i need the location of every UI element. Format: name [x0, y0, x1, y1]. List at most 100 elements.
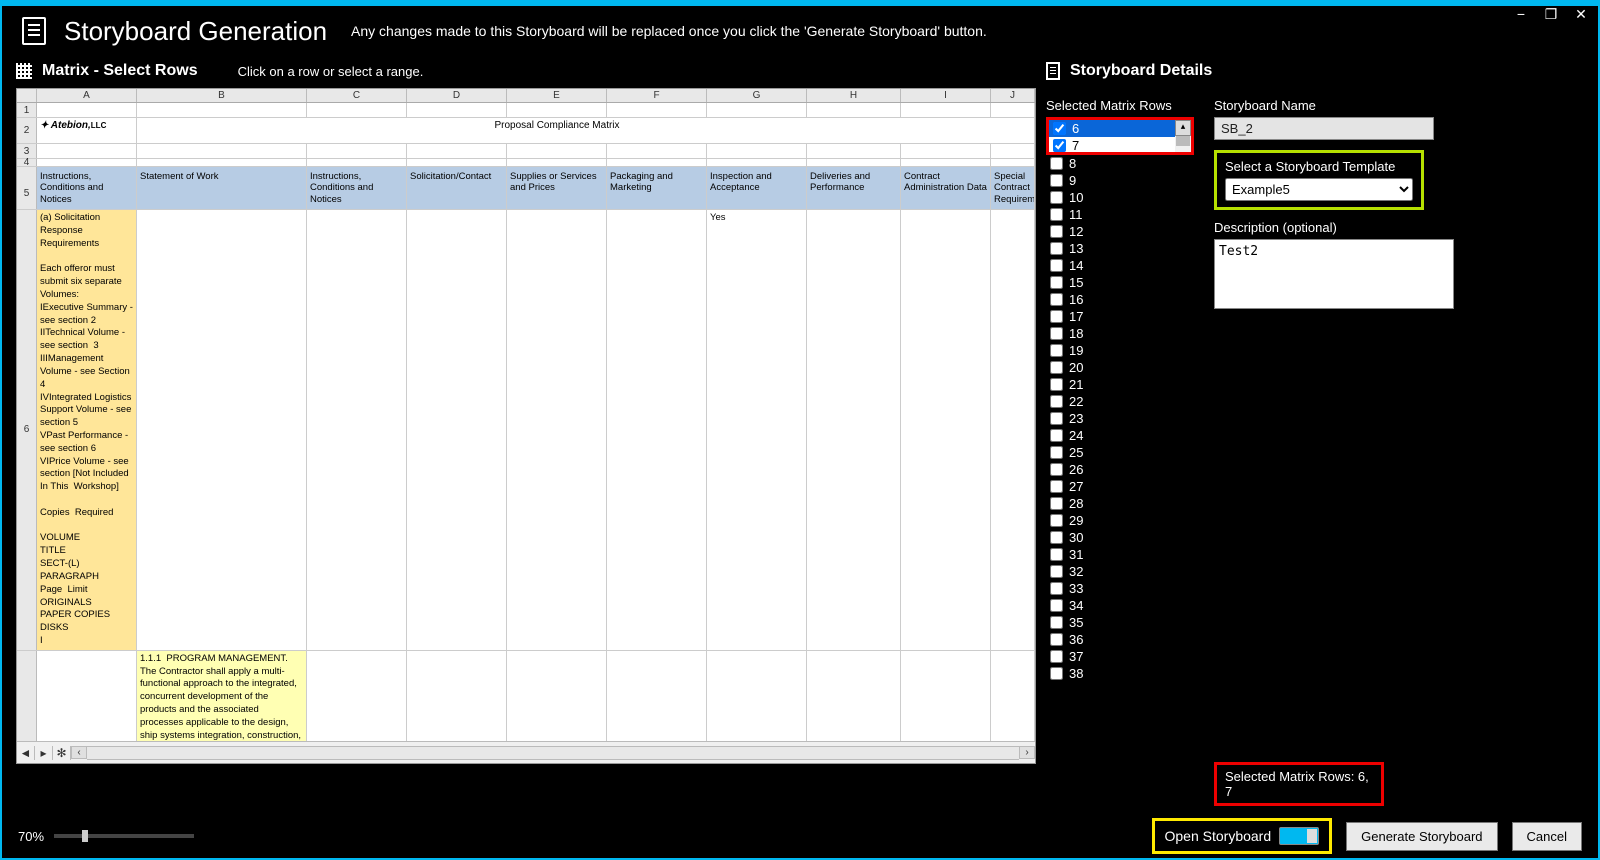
row-checkbox-input-30[interactable]	[1050, 531, 1063, 544]
horizontal-scrollbar[interactable]: ‹ ›	[71, 746, 1035, 760]
row-checkbox-35[interactable]: 35	[1046, 614, 1196, 631]
grid-row-7[interactable]: 7 1.1.1 PROGRAM MANAGEMENT. The Contract…	[17, 651, 1035, 741]
row-checkbox-input-10[interactable]	[1050, 191, 1063, 204]
selected-rows-list[interactable]: 67 ▴	[1046, 117, 1194, 155]
row-checkbox-13[interactable]: 13	[1046, 240, 1196, 257]
row-checkbox-19[interactable]: 19	[1046, 342, 1196, 359]
row-checkbox-input-24[interactable]	[1050, 429, 1063, 442]
col-header-H[interactable]: H	[807, 89, 901, 102]
row-checkbox-input-26[interactable]	[1050, 463, 1063, 476]
row-header-2[interactable]: 2	[17, 118, 37, 143]
row-checkbox-input-11[interactable]	[1050, 208, 1063, 221]
row-checkbox-input-6[interactable]	[1053, 122, 1066, 135]
row-checkbox-input-33[interactable]	[1050, 582, 1063, 595]
row-checkbox-22[interactable]: 22	[1046, 393, 1196, 410]
row-checkbox-14[interactable]: 14	[1046, 257, 1196, 274]
row-header-5[interactable]: 5	[17, 167, 37, 209]
row-checkbox-input-27[interactable]	[1050, 480, 1063, 493]
row-checkbox-input-36[interactable]	[1050, 633, 1063, 646]
unselected-rows-list[interactable]: 8910111213141516171819202122232425262728…	[1046, 155, 1196, 755]
row-checkbox-input-12[interactable]	[1050, 225, 1063, 238]
row-checkbox-input-14[interactable]	[1050, 259, 1063, 272]
hscroll-left[interactable]: ‹	[71, 746, 87, 759]
row-checkbox-32[interactable]: 32	[1046, 563, 1196, 580]
grid-row-3[interactable]: 3	[17, 144, 1035, 159]
col-header-F[interactable]: F	[607, 89, 707, 102]
col-header-I[interactable]: I	[901, 89, 991, 102]
grid-row-1[interactable]: 1	[17, 103, 1035, 118]
row-checkbox-10[interactable]: 10	[1046, 189, 1196, 206]
open-storyboard-toggle[interactable]	[1279, 827, 1319, 845]
row-checkbox-7[interactable]: 7	[1049, 137, 1191, 154]
hscroll-right[interactable]: ›	[1019, 746, 1035, 759]
row-checkbox-input-34[interactable]	[1050, 599, 1063, 612]
col-header-B[interactable]: B	[137, 89, 307, 102]
row-checkbox-26[interactable]: 26	[1046, 461, 1196, 478]
row-checkbox-input-28[interactable]	[1050, 497, 1063, 510]
col-header-J[interactable]: J	[991, 89, 1035, 102]
row-header-6[interactable]: 6	[17, 210, 37, 650]
grid-row-6[interactable]: 6 (a) Solicitation Response Requirements…	[17, 210, 1035, 651]
grid-row-5-headers[interactable]: 5 Instructions, Conditions and Notices S…	[17, 167, 1035, 210]
row-checkbox-23[interactable]: 23	[1046, 410, 1196, 427]
row-checkbox-input-29[interactable]	[1050, 514, 1063, 527]
row-checkbox-28[interactable]: 28	[1046, 495, 1196, 512]
row-checkbox-9[interactable]: 9	[1046, 172, 1196, 189]
row-checkbox-34[interactable]: 34	[1046, 597, 1196, 614]
matrix-grid[interactable]: A B C D E F G H I J 1 2 ✦ Atebion,LLC	[16, 88, 1036, 764]
row-checkbox-31[interactable]: 31	[1046, 546, 1196, 563]
description-input[interactable]: Test2	[1214, 239, 1454, 309]
row-checkbox-input-21[interactable]	[1050, 378, 1063, 391]
row-checkbox-29[interactable]: 29	[1046, 512, 1196, 529]
close-button[interactable]: ✕	[1572, 6, 1590, 23]
row-header-7[interactable]: 7	[17, 651, 37, 741]
col-header-G[interactable]: G	[707, 89, 807, 102]
minimize-button[interactable]: −	[1512, 6, 1530, 23]
row-checkbox-input-38[interactable]	[1050, 667, 1063, 680]
row-checkbox-input-9[interactable]	[1050, 174, 1063, 187]
col-header-C[interactable]: C	[307, 89, 407, 102]
scroll-up-icon[interactable]: ▴	[1175, 120, 1191, 136]
row-checkbox-input-23[interactable]	[1050, 412, 1063, 425]
row-header-4[interactable]: 4	[17, 159, 37, 166]
col-header-E[interactable]: E	[507, 89, 607, 102]
row-checkbox-36[interactable]: 36	[1046, 631, 1196, 648]
restore-button[interactable]: ❐	[1542, 6, 1560, 23]
sheet-nav-first[interactable]: ◄	[17, 746, 35, 760]
generate-storyboard-button[interactable]: Generate Storyboard	[1346, 822, 1497, 851]
zoom-slider[interactable]	[54, 834, 194, 838]
grid-row-4[interactable]: 4	[17, 159, 1035, 167]
row-checkbox-20[interactable]: 20	[1046, 359, 1196, 376]
row-checkbox-8[interactable]: 8	[1046, 155, 1196, 172]
row-checkbox-input-19[interactable]	[1050, 344, 1063, 357]
row-checkbox-input-25[interactable]	[1050, 446, 1063, 459]
col-header-D[interactable]: D	[407, 89, 507, 102]
grid-row-2[interactable]: 2 ✦ Atebion,LLC Proposal Compliance Matr…	[17, 118, 1035, 144]
row-checkbox-30[interactable]: 30	[1046, 529, 1196, 546]
cancel-button[interactable]: Cancel	[1512, 822, 1582, 851]
row-checkbox-input-15[interactable]	[1050, 276, 1063, 289]
row-checkbox-input-16[interactable]	[1050, 293, 1063, 306]
row-checkbox-input-7[interactable]	[1053, 139, 1066, 152]
row-checkbox-24[interactable]: 24	[1046, 427, 1196, 444]
row-checkbox-21[interactable]: 21	[1046, 376, 1196, 393]
row-checkbox-18[interactable]: 18	[1046, 325, 1196, 342]
row-checkbox-17[interactable]: 17	[1046, 308, 1196, 325]
row-checkbox-input-22[interactable]	[1050, 395, 1063, 408]
row-checkbox-input-8[interactable]	[1050, 157, 1063, 170]
template-select[interactable]: Example5	[1225, 178, 1413, 201]
row-checkbox-33[interactable]: 33	[1046, 580, 1196, 597]
row-checkbox-input-13[interactable]	[1050, 242, 1063, 255]
row-checkbox-input-20[interactable]	[1050, 361, 1063, 374]
row-checkbox-6[interactable]: 6	[1049, 120, 1191, 137]
row-checkbox-input-37[interactable]	[1050, 650, 1063, 663]
row-checkbox-input-18[interactable]	[1050, 327, 1063, 340]
row-checkbox-12[interactable]: 12	[1046, 223, 1196, 240]
row-header-3[interactable]: 3	[17, 144, 37, 158]
row-checkbox-38[interactable]: 38	[1046, 665, 1196, 682]
row-checkbox-37[interactable]: 37	[1046, 648, 1196, 665]
row-checkbox-input-31[interactable]	[1050, 548, 1063, 561]
row-checkbox-input-32[interactable]	[1050, 565, 1063, 578]
storyboard-name-input[interactable]	[1214, 117, 1434, 140]
row-checkbox-input-17[interactable]	[1050, 310, 1063, 323]
